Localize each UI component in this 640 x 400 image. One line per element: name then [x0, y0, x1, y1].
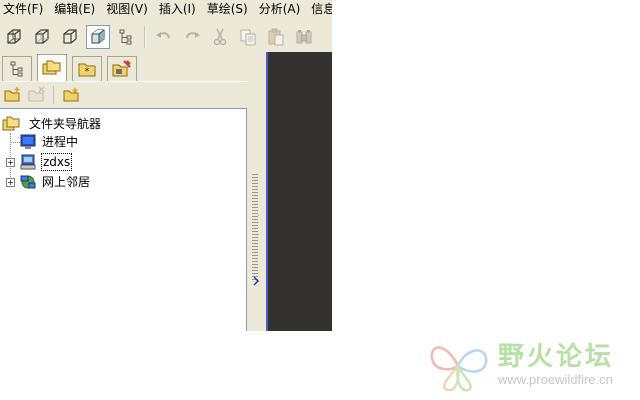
expand-toggle-zdxs[interactable]: + — [6, 158, 15, 167]
watermark-url: www.proewildfire.cn — [498, 372, 613, 387]
menu-sketch[interactable]: 草绘(S) — [204, 0, 250, 18]
connections-tab[interactable] — [107, 56, 137, 81]
computer-icon — [20, 154, 36, 170]
folder-toolbar-separator — [53, 86, 54, 104]
menu-view[interactable]: 视图(V) — [103, 0, 150, 18]
folder-toolbar — [0, 81, 248, 108]
delete-folder-icon[interactable] — [26, 84, 48, 106]
wireframe-cube-icon[interactable] — [2, 25, 26, 49]
tree-node-label: zdxs — [40, 153, 73, 171]
menu-info[interactable]: 信息 — [308, 0, 332, 18]
tree-node-label: 进程中 — [42, 135, 79, 149]
model-tree-icon[interactable] — [114, 25, 138, 49]
menu-file[interactable]: 文件(F) — [0, 0, 45, 18]
shaded-cube-icon[interactable] — [86, 25, 110, 49]
model-tree-icon — [10, 61, 23, 77]
watermark-title: 野火论坛 — [498, 342, 615, 372]
add-favorite-icon[interactable] — [61, 84, 83, 106]
toolbar-separator — [144, 26, 146, 48]
monitor-icon — [20, 134, 36, 149]
forum-watermark: 野火论坛 www.proewildfire.cn — [428, 334, 638, 396]
tree-connector — [10, 142, 20, 143]
expand-toggle-network[interactable]: + — [6, 178, 15, 187]
app-window: 文件(F) 编辑(E) 视图(V) 插入(I) 草绘(S) 分析(A) 信息 *… — [0, 0, 332, 331]
expand-right-icon[interactable] — [251, 276, 261, 286]
graphics-window[interactable] — [268, 52, 332, 331]
favorites-folder-icon: * — [78, 63, 96, 77]
network-icon — [20, 175, 36, 189]
new-folder-icon[interactable] — [2, 84, 24, 106]
hidden-line-cube-icon[interactable] — [30, 25, 54, 49]
menu-analysis[interactable]: 分析(A) — [256, 0, 303, 18]
butterfly-logo-icon — [430, 346, 488, 392]
connections-icon — [112, 60, 131, 77]
folder-browser-tab[interactable] — [37, 54, 67, 81]
tree-header: 文件夹导航器 — [2, 115, 101, 131]
folder-navigator-tree: 文件夹导航器 进程中 + zdxs + 网上邻居 — [0, 108, 247, 331]
navigator-tabs: * — [0, 54, 248, 81]
redo-icon[interactable] — [180, 25, 204, 49]
no-hidden-cube-icon[interactable] — [58, 25, 82, 49]
tree-node-in-session[interactable]: 进程中 — [20, 134, 78, 150]
undo-icon[interactable] — [152, 25, 176, 49]
main-toolbar — [0, 22, 332, 52]
paste-icon[interactable] — [264, 25, 288, 49]
splitter-grip[interactable] — [252, 172, 258, 280]
tree-header-label: 文件夹导航器 — [29, 116, 102, 131]
menu-bar: 文件(F) 编辑(E) 视图(V) 插入(I) 草绘(S) 分析(A) 信息 — [0, 0, 332, 18]
cut-icon[interactable] — [208, 25, 232, 49]
navigator-splitter[interactable] — [248, 52, 266, 331]
tree-node-label: 网上邻居 — [42, 175, 91, 189]
favorites-tab[interactable]: * — [72, 56, 102, 81]
svg-text:*: * — [85, 67, 90, 77]
folder-browser-icon — [2, 116, 20, 131]
tree-node-zdxs[interactable]: zdxs — [20, 153, 73, 171]
menu-edit[interactable]: 编辑(E) — [51, 0, 97, 18]
copy-icon[interactable] — [236, 25, 260, 49]
menu-insert[interactable]: 插入(I) — [156, 0, 198, 18]
tree-node-network[interactable]: 网上邻居 — [20, 174, 90, 190]
model-tree-tab[interactable] — [2, 56, 32, 81]
paste-special-icon[interactable] — [292, 25, 316, 49]
folder-browser-icon — [42, 60, 61, 75]
